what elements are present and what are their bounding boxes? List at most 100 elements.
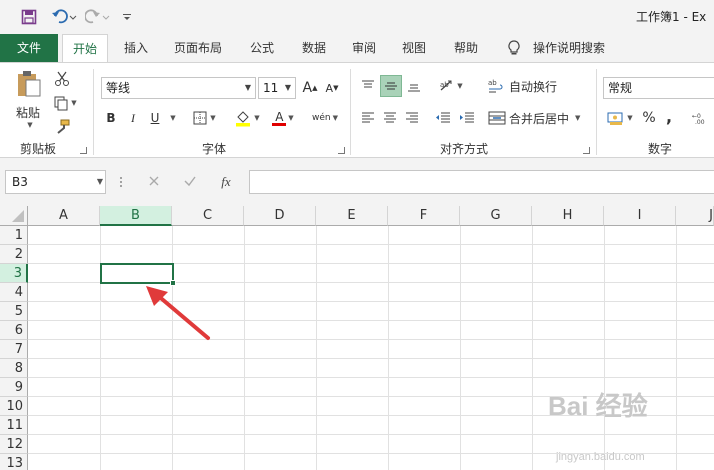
tab-data[interactable]: 数据 (292, 34, 336, 62)
orientation-button[interactable]: ab ▼ (434, 75, 468, 97)
percent-button[interactable]: % (640, 107, 658, 129)
paste-dropdown-icon[interactable]: ▼ (20, 119, 38, 131)
format-painter-icon[interactable] (52, 117, 72, 137)
row-header[interactable]: 10 (0, 397, 28, 416)
clipboard-launcher-icon[interactable] (80, 147, 87, 154)
grow-font-button[interactable]: A ▲ (300, 77, 320, 99)
paste-icon[interactable] (12, 69, 46, 99)
accounting-format-button[interactable]: ▼ (604, 107, 636, 129)
wrap-text-icon: ab (488, 79, 503, 93)
italic-button[interactable]: I (124, 107, 142, 129)
cut-icon[interactable] (52, 69, 72, 89)
row-header[interactable]: 6 (0, 321, 28, 340)
align-right-icon[interactable] (402, 107, 422, 129)
column-header[interactable]: D (244, 206, 316, 226)
row-header[interactable]: 4 (0, 283, 28, 302)
row-header[interactable]: 13 (0, 454, 28, 470)
watermark-logo: Bai 经验 (548, 391, 648, 421)
lightbulb-icon[interactable] (504, 34, 524, 62)
redo-icon[interactable] (84, 8, 112, 26)
comma-style-button[interactable]: , (662, 105, 676, 127)
shrink-font-button[interactable]: A ▼ (322, 77, 342, 99)
tab-home[interactable]: 开始 (62, 34, 108, 63)
alignment-launcher-icon[interactable] (583, 147, 590, 154)
align-middle-icon[interactable] (380, 75, 402, 97)
formula-actions: fx (136, 170, 246, 194)
borders-button[interactable]: ▼ (186, 107, 222, 129)
column-header[interactable]: F (388, 206, 460, 226)
increase-indent-icon[interactable] (456, 107, 478, 129)
orientation-icon: ab (440, 80, 452, 91)
row-header[interactable]: 1 (0, 226, 28, 245)
number-format-value: 常规 (608, 81, 633, 95)
tab-review[interactable]: 审阅 (342, 34, 386, 62)
align-bottom-icon[interactable] (404, 75, 424, 97)
enter-icon[interactable] (172, 175, 208, 190)
tab-page-layout[interactable]: 页面布局 (166, 34, 230, 62)
tab-help[interactable]: 帮助 (444, 34, 488, 62)
fill-color-button[interactable]: ▼ (230, 107, 264, 129)
svg-text:.00: .00 (695, 119, 705, 125)
column-header[interactable]: C (172, 206, 244, 226)
shrink-font-icon: A (325, 81, 334, 95)
customize-toolbar-icon[interactable] (120, 8, 134, 26)
column-header[interactable]: J (676, 206, 714, 226)
row-header[interactable]: 11 (0, 416, 28, 435)
increase-decimal-icon[interactable]: ←0.00 (688, 107, 714, 129)
column-header[interactable]: G (460, 206, 532, 226)
worksheet-grid[interactable]: A B C D E F G H I J 1 2 3 4 5 6 7 8 9 10… (0, 206, 714, 470)
row-header[interactable]: 7 (0, 340, 28, 359)
row-header[interactable]: 9 (0, 378, 28, 397)
title-bar: 工作簿1 - Ex (0, 0, 714, 34)
merge-cells-icon (488, 111, 506, 125)
tab-view[interactable]: 视图 (392, 34, 436, 62)
align-center-icon[interactable] (380, 107, 400, 129)
column-header[interactable]: A (28, 206, 100, 226)
separator (350, 69, 351, 155)
font-color-button[interactable]: A ▼ (266, 107, 300, 129)
tab-insert[interactable]: 插入 (114, 34, 158, 62)
column-header[interactable]: E (316, 206, 388, 226)
underline-dropdown-icon[interactable]: ▼ (166, 107, 178, 129)
font-launcher-icon[interactable] (338, 147, 345, 154)
decrease-indent-icon[interactable] (432, 107, 454, 129)
insert-function-icon[interactable]: fx (208, 174, 244, 190)
merge-center-button[interactable]: 合并后居中 ▼ (488, 107, 584, 129)
copy-icon[interactable]: ▼ (50, 93, 80, 113)
selected-cell[interactable] (100, 263, 176, 286)
row-header-selected[interactable]: 3 (0, 264, 28, 283)
formula-bar-resize-handle[interactable] (119, 175, 123, 189)
column-header[interactable]: H (532, 206, 604, 226)
align-top-icon[interactable] (358, 75, 378, 97)
underline-button[interactable]: U (146, 107, 164, 129)
bold-button[interactable]: B (102, 107, 120, 129)
grid-line (28, 434, 714, 435)
cancel-icon[interactable] (136, 175, 172, 190)
row-header[interactable]: 5 (0, 302, 28, 321)
grow-font-icon: A (302, 80, 313, 96)
phonetic-button[interactable]: wén ▼ (308, 107, 342, 129)
wrap-text-button[interactable]: ab 自动换行 (488, 75, 560, 97)
column-header-selected[interactable]: B (100, 206, 172, 226)
tab-formulas[interactable]: 公式 (240, 34, 284, 62)
row-header[interactable]: 12 (0, 435, 28, 454)
align-left-icon[interactable] (358, 107, 378, 129)
svg-text:ab: ab (440, 81, 449, 89)
grid-line (28, 377, 714, 378)
wrap-text-label: 自动换行 (509, 79, 558, 94)
tell-me-search[interactable]: 操作说明搜索 (528, 34, 610, 62)
name-box[interactable]: B3 ▼ (5, 170, 106, 194)
row-header[interactable]: 2 (0, 245, 28, 264)
borders-icon (193, 111, 207, 125)
alignment-group-label: 对齐方式 (440, 142, 489, 156)
select-all-button[interactable] (0, 206, 28, 226)
undo-icon[interactable] (50, 8, 78, 26)
tab-file[interactable]: 文件 (0, 34, 58, 62)
formula-input[interactable] (249, 170, 714, 194)
column-header[interactable]: I (604, 206, 676, 226)
font-name-select[interactable]: 等线 ▼ (101, 77, 256, 99)
number-format-select[interactable]: 常规 (603, 77, 714, 99)
save-icon[interactable] (18, 8, 40, 26)
font-size-select[interactable]: 11 ▼ (258, 77, 296, 99)
row-header[interactable]: 8 (0, 359, 28, 378)
